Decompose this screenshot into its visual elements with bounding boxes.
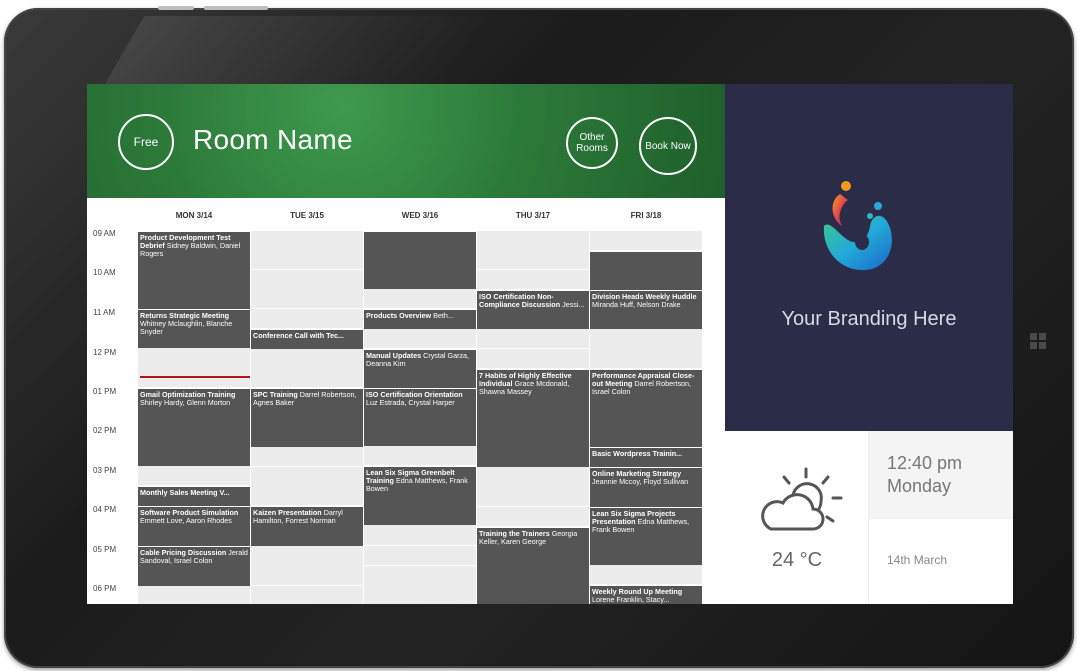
empty-slot[interactable]: [364, 329, 476, 349]
windows-logo-icon[interactable]: [1030, 333, 1046, 349]
calendar-event[interactable]: Products Overview Beth...: [364, 309, 476, 329]
branding-panel: Your Branding Here: [725, 84, 1013, 431]
calendar-event[interactable]: Software Product Simulation Emmett Love,…: [138, 506, 250, 546]
empty-slot[interactable]: [477, 507, 589, 527]
calendar-event[interactable]: Monthly Sales Meeting V...: [138, 486, 250, 506]
weather-section: 24 °C: [725, 431, 869, 604]
day-header-fri: FRI 3/18: [630, 211, 662, 220]
temperature: 24 °C: [771, 549, 823, 571]
empty-slot[interactable]: [590, 565, 702, 585]
empty-slot[interactable]: [477, 231, 589, 270]
empty-slot[interactable]: [477, 270, 589, 290]
empty-slot[interactable]: [477, 467, 589, 507]
empty-slot[interactable]: [590, 329, 702, 369]
empty-slot[interactable]: [364, 566, 476, 604]
calendar-event[interactable]: Basic Wordpress Trainin...: [590, 447, 702, 467]
room-status-badge: Free: [118, 114, 174, 170]
time-label-1pm: 01 PM: [93, 387, 117, 396]
calendar-event[interactable]: Product Development Test Debrief Sidney …: [138, 231, 250, 309]
calendar-event[interactable]: Training the Trainers Georgia Keller, Ka…: [477, 527, 589, 604]
calendar-event[interactable]: 7 Habits of Highly Effective Individual …: [477, 369, 589, 467]
calendar-event[interactable]: Online Marketing Strategy Jeannie Mccoy,…: [590, 467, 702, 507]
time-label-4pm: 04 PM: [93, 505, 117, 514]
calendar-event[interactable]: Cable Pricing Discussion Jerald Sandoval…: [138, 546, 250, 586]
time-label-9am: 09 AM: [93, 229, 116, 238]
book-now-button[interactable]: Book Now: [639, 117, 697, 175]
other-rooms-button[interactable]: Other Rooms: [566, 117, 618, 169]
book-now-label: Book Now: [645, 140, 691, 152]
info-panel: 24 °C 12:40 pm Monday 14th March: [725, 431, 1013, 604]
time-label-12pm: 12 PM: [93, 348, 117, 357]
empty-slot[interactable]: [590, 231, 702, 251]
calendar-event[interactable]: Manual Updates Crystal Garza, Deanna Kim: [364, 349, 476, 388]
empty-slot[interactable]: [251, 586, 363, 604]
time-label-11am: 11 AM: [93, 308, 116, 317]
empty-slot[interactable]: [477, 349, 589, 369]
time-label-3pm: 03 PM: [93, 466, 117, 475]
day-header-wed: WED 3/16: [401, 211, 439, 220]
empty-slot[interactable]: [138, 466, 250, 486]
empty-slot[interactable]: [251, 309, 363, 329]
current-date: 14th March: [887, 553, 948, 567]
current-time-indicator: [140, 376, 250, 378]
time-label-5pm: 05 PM: [93, 545, 117, 554]
calendar-event[interactable]: ISO Certification Non-Compliance Discuss…: [477, 290, 589, 329]
current-weekday: Monday: [887, 476, 952, 496]
screen: Free Room Name Other Rooms Book Now MON …: [87, 84, 1013, 604]
calendar-event[interactable]: [364, 231, 476, 289]
empty-slot[interactable]: [138, 586, 250, 604]
calendar-event[interactable]: Division Heads Weekly Huddle Miranda Huf…: [590, 290, 702, 329]
calendar-event[interactable]: Performance Appraisal Close-out Meeting …: [590, 369, 702, 447]
empty-slot[interactable]: [364, 289, 476, 309]
empty-slot[interactable]: [251, 467, 363, 506]
current-time: 12:40 pm: [887, 453, 963, 473]
calendar-event[interactable]: SPC Training Darrel Robertson, Agnes Bak…: [251, 388, 363, 447]
day-header-mon: MON 3/14: [175, 211, 213, 220]
time-section: 12:40 pm Monday: [869, 431, 1013, 518]
empty-slot[interactable]: [251, 447, 363, 467]
empty-slot[interactable]: [477, 329, 589, 349]
empty-slot[interactable]: [251, 231, 363, 270]
calendar-event[interactable]: Kaizen Presentation Darryl Hamilton, For…: [251, 506, 363, 546]
empty-slot[interactable]: [138, 348, 250, 388]
time-label-2pm: 02 PM: [93, 426, 117, 435]
other-rooms-label: Other Rooms: [576, 132, 608, 154]
empty-slot[interactable]: [364, 525, 476, 546]
day-header-tue: TUE 3/15: [290, 211, 324, 220]
calendar-event[interactable]: Lean Six Sigma Projects Presentation Edn…: [590, 507, 702, 565]
brand-logo-icon: [823, 181, 892, 271]
empty-slot[interactable]: [364, 546, 476, 566]
calendar-event[interactable]: Returns Strategic Meeting Whitney Mclaug…: [138, 309, 250, 348]
calendar-event[interactable]: Gmail Optimization Training Shirley Hard…: [138, 388, 250, 466]
room-name: Room Name: [193, 124, 353, 155]
calendar-event[interactable]: [590, 251, 702, 290]
branding-text: Your Branding Here: [781, 308, 957, 330]
day-header-thu: THU 3/17: [515, 211, 551, 220]
time-label-6pm: 06 PM: [93, 584, 117, 593]
empty-slot[interactable]: [364, 446, 476, 466]
partly-sunny-icon: [761, 467, 843, 531]
date-section: 14th March: [869, 518, 1013, 604]
frame-glare: [103, 16, 485, 86]
calendar-event[interactable]: Conference Call with Tec...: [251, 329, 363, 349]
volume-button: [158, 6, 194, 10]
empty-slot[interactable]: [251, 349, 363, 388]
week-calendar: MON 3/14 TUE 3/15 WED 3/16 THU 3/17 FRI …: [87, 198, 725, 604]
calendar-event[interactable]: Weekly Round Up Meeting Lorene Franklin,…: [590, 585, 702, 604]
calendar-event[interactable]: ISO Certification Orientation Luz Estrad…: [364, 388, 476, 446]
calendar-event[interactable]: Lean Six Sigma Greenbelt Training Edna M…: [364, 466, 476, 525]
time-label-10am: 10 AM: [93, 268, 116, 277]
empty-slot[interactable]: [251, 270, 363, 309]
power-button: [204, 6, 268, 10]
room-header: Free Room Name Other Rooms Book Now: [87, 84, 725, 198]
empty-slot[interactable]: [251, 546, 363, 586]
